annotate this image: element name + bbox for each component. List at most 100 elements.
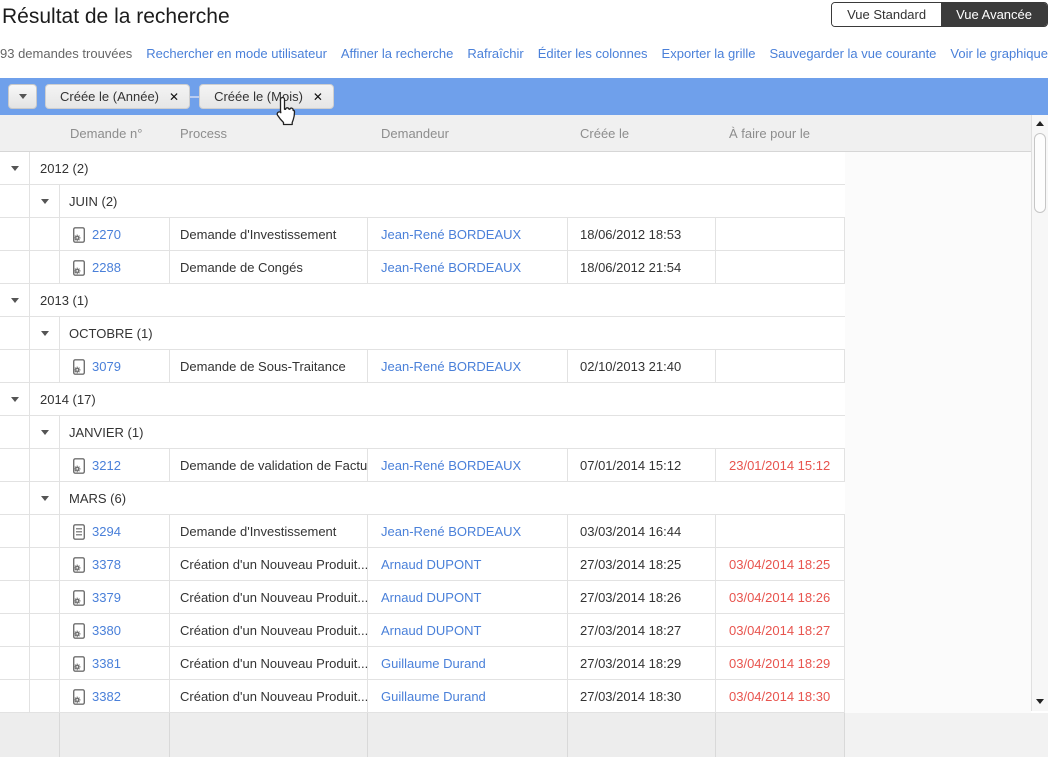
filter-chip-2[interactable]: Créée le (Mois) ✕ bbox=[199, 84, 334, 109]
collapse-toggle[interactable] bbox=[0, 152, 30, 185]
process-cell: Création d'un Nouveau Produit... bbox=[170, 548, 368, 581]
triangle-down-icon bbox=[40, 496, 49, 501]
toolbar-link-1[interactable]: Rechercher en mode utilisateur bbox=[146, 46, 327, 61]
view-toggle: Vue Standard Vue Avancée bbox=[831, 2, 1048, 27]
row-indent-cell bbox=[30, 614, 60, 647]
table-row: 3379 Création d'un Nouveau Produit... Arna… bbox=[0, 581, 845, 614]
grid-empty-area bbox=[845, 152, 1031, 713]
close-icon[interactable]: ✕ bbox=[169, 90, 179, 104]
scrollbar-thumb[interactable] bbox=[1034, 133, 1046, 213]
demandeur-link[interactable]: Arnaud DUPONT bbox=[381, 623, 481, 638]
due-date-cell: 03/04/2014 18:30 bbox=[716, 680, 845, 713]
footer-cell bbox=[60, 713, 170, 757]
group-label: MARS (6) bbox=[69, 491, 127, 506]
created-cell: 27/03/2014 18:27 bbox=[568, 614, 716, 647]
footer-cell bbox=[568, 713, 716, 757]
toolbar-link-7[interactable]: Voir le graphique bbox=[950, 46, 1048, 61]
triangle-down-icon bbox=[10, 397, 19, 402]
column-header-demande[interactable]: Demande n° bbox=[60, 126, 170, 141]
column-header-creee-le[interactable]: Créée le bbox=[568, 126, 716, 141]
request-number-cell: 2270 bbox=[60, 218, 170, 251]
filter-chip-label: Créée le (Mois) bbox=[214, 89, 303, 104]
process-cell: Demande de Congés bbox=[170, 251, 368, 284]
demandeur-link[interactable]: Jean-René BORDEAUX bbox=[381, 260, 521, 275]
group-row-month: MARS (6) bbox=[0, 482, 845, 515]
row-indent-cell bbox=[0, 548, 30, 581]
toolbar-link-2[interactable]: Affiner la recherche bbox=[341, 46, 454, 61]
request-number-link[interactable]: 3379 bbox=[92, 590, 121, 605]
demandeur-link[interactable]: Arnaud DUPONT bbox=[381, 590, 481, 605]
toolbar-link-5[interactable]: Exporter la grille bbox=[662, 46, 756, 61]
request-number-cell: 3378 bbox=[60, 548, 170, 581]
demandeur-cell: Guillaume Durand bbox=[368, 680, 568, 713]
request-number-cell: 3382 bbox=[60, 680, 170, 713]
footer-cell bbox=[0, 713, 60, 757]
created-cell: 27/03/2014 18:29 bbox=[568, 647, 716, 680]
collapse-toggle[interactable] bbox=[30, 317, 60, 350]
collapse-toggle[interactable] bbox=[0, 284, 30, 317]
filter-menu-button[interactable] bbox=[8, 84, 37, 109]
group-label: 2013 (1) bbox=[40, 293, 89, 308]
group-row-month: JANVIER (1) bbox=[0, 416, 845, 449]
demandeur-link[interactable]: Guillaume Durand bbox=[381, 656, 486, 671]
doc-gear-icon bbox=[72, 358, 86, 375]
process-cell: Création d'un Nouveau Produit... bbox=[170, 647, 368, 680]
toolbar-link-4[interactable]: Éditer les colonnes bbox=[538, 46, 648, 61]
process-cell: Demande de validation de Facture bbox=[170, 449, 368, 482]
page-title: Résultat de la recherche bbox=[2, 5, 230, 28]
row-indent-cell bbox=[0, 647, 30, 680]
request-number-link[interactable]: 2270 bbox=[92, 227, 121, 242]
process-cell: Demande d'Investissement bbox=[170, 218, 368, 251]
request-number-link[interactable]: 3378 bbox=[92, 557, 121, 572]
footer-cell bbox=[368, 713, 568, 757]
triangle-down-icon bbox=[10, 166, 19, 171]
toolbar-link-3[interactable]: Rafraîchir bbox=[467, 46, 523, 61]
toolbar-link-6[interactable]: Sauvegarder la vue courante bbox=[769, 46, 936, 61]
request-number-link[interactable]: 3381 bbox=[92, 656, 121, 671]
collapse-toggle[interactable] bbox=[0, 383, 30, 416]
collapse-toggle[interactable] bbox=[30, 416, 60, 449]
created-cell: 02/10/2013 21:40 bbox=[568, 350, 716, 383]
row-indent-cell bbox=[0, 251, 30, 284]
demandeur-link[interactable]: Jean-René BORDEAUX bbox=[381, 359, 521, 374]
grid-footer bbox=[0, 713, 1048, 757]
doc-gear-icon bbox=[72, 688, 86, 705]
scroll-up-icon[interactable] bbox=[1036, 121, 1044, 126]
group-indent-cell bbox=[0, 317, 30, 350]
request-number-link[interactable]: 3380 bbox=[92, 623, 121, 638]
collapse-toggle[interactable] bbox=[30, 185, 60, 218]
table-row: 2270 Demande d'Investissement Jean-René BO… bbox=[0, 218, 845, 251]
collapse-toggle[interactable] bbox=[30, 482, 60, 515]
request-number-link[interactable]: 2288 bbox=[92, 260, 121, 275]
request-number-link[interactable]: 3212 bbox=[92, 458, 121, 473]
footer-cell bbox=[170, 713, 368, 757]
due-date-cell: 03/04/2014 18:26 bbox=[716, 581, 845, 614]
request-number-cell: 3379 bbox=[60, 581, 170, 614]
column-header-demandeur[interactable]: Demandeur bbox=[368, 126, 568, 141]
request-number-cell: 3380 bbox=[60, 614, 170, 647]
view-standard-button[interactable]: Vue Standard bbox=[832, 3, 942, 26]
column-header-process[interactable]: Process bbox=[170, 126, 368, 141]
row-indent-cell bbox=[0, 350, 30, 383]
filter-chip-1[interactable]: Créée le (Année) ✕ bbox=[45, 84, 191, 109]
demandeur-cell: Arnaud DUPONT bbox=[368, 548, 568, 581]
view-advanced-button[interactable]: Vue Avancée bbox=[941, 3, 1047, 26]
column-header-a-faire[interactable]: À faire pour le bbox=[716, 126, 845, 141]
group-label: OCTOBRE (1) bbox=[69, 326, 153, 341]
table-row: 2288 Demande de Congés Jean-René BORDEAUX 1… bbox=[0, 251, 845, 284]
scroll-down-icon[interactable] bbox=[1036, 699, 1044, 704]
close-icon[interactable]: ✕ bbox=[313, 90, 323, 104]
demandeur-link[interactable]: Jean-René BORDEAUX bbox=[381, 458, 521, 473]
request-number-cell: 3079 bbox=[60, 350, 170, 383]
demandeur-link[interactable]: Jean-René BORDEAUX bbox=[381, 524, 521, 539]
request-number-link[interactable]: 3294 bbox=[92, 524, 121, 539]
demandeur-link[interactable]: Guillaume Durand bbox=[381, 689, 486, 704]
request-number-link[interactable]: 3382 bbox=[92, 689, 121, 704]
doc-gear-icon bbox=[72, 226, 86, 243]
request-number-link[interactable]: 3079 bbox=[92, 359, 121, 374]
process-cell: Création d'un Nouveau Produit... bbox=[170, 680, 368, 713]
demandeur-link[interactable]: Arnaud DUPONT bbox=[381, 557, 481, 572]
vertical-scrollbar[interactable] bbox=[1031, 115, 1048, 711]
demandeur-link[interactable]: Jean-René BORDEAUX bbox=[381, 227, 521, 242]
process-cell: Demande d'Investissement bbox=[170, 515, 368, 548]
